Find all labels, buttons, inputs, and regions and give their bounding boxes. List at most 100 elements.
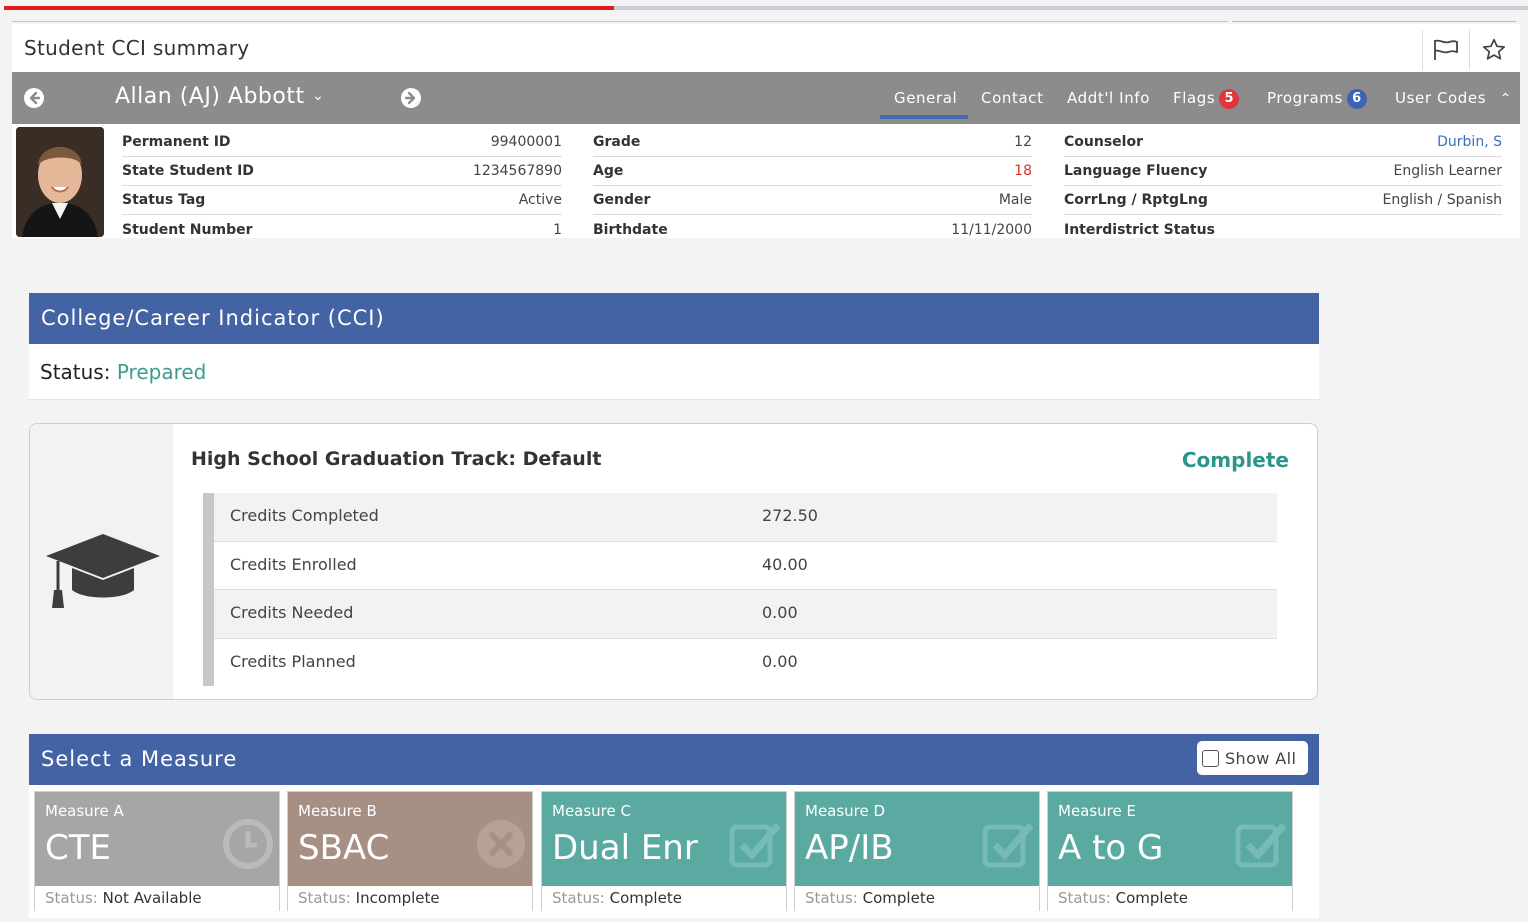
credits-value: 0.00 [762, 651, 798, 671]
cci-status: Status: Prepared [29, 344, 1319, 400]
info-value: 1234567890 [472, 163, 562, 179]
measure-status-value: Incomplete [355, 889, 440, 907]
progress-track [614, 6, 1528, 10]
graduation-track-title: High School Graduation Track: Default [191, 448, 602, 470]
table-row: Credits Needed 0.00 [214, 590, 1277, 639]
divider [12, 21, 1228, 22]
measure-card-a-to-g[interactable]: Measure E A to G Status: Complete [1047, 791, 1293, 911]
info-value: Male [998, 192, 1032, 208]
info-label: State Student ID [122, 163, 254, 179]
tab-general[interactable]: General [894, 89, 957, 107]
checkbox-icon[interactable] [1202, 749, 1219, 767]
tab-programs[interactable]: Programs 6 [1267, 89, 1367, 109]
measure-name: AP/IB [805, 828, 894, 868]
tab-contact[interactable]: Contact [981, 89, 1044, 107]
info-label: Age [593, 163, 624, 179]
measure-card-header: Measure C Dual Enr [542, 792, 786, 886]
info-value: 99400001 [490, 134, 562, 150]
measure-card-header: Measure B SBAC [288, 792, 532, 886]
credits-label: Credits Planned [230, 651, 356, 671]
measure-card-dual-enr[interactable]: Measure C Dual Enr Status: Complete [541, 791, 787, 911]
status-label: Status: [40, 360, 111, 384]
info-column-ids: Permanent ID 99400001 State Student ID 123… [122, 128, 562, 244]
student-header-bar: Allan (AJ) Abbott ⌄ General Contact Addt… [12, 72, 1520, 124]
divider [1232, 21, 1516, 22]
info-value: English Learner [1393, 163, 1503, 179]
measure-name: CTE [45, 828, 111, 868]
counselor-link[interactable]: Durbin, S [1437, 134, 1502, 150]
previous-student-icon[interactable] [23, 87, 45, 109]
measure-card-header: Measure E A to G [1048, 792, 1292, 886]
info-column-counseling: Counselor Durbin, S Language Fluency Engli… [1064, 128, 1502, 244]
tab-flags[interactable]: Flags 5 [1173, 89, 1240, 109]
graduation-cap-icon [46, 534, 160, 608]
tab-label: Contact [981, 89, 1044, 107]
x-circle-icon [477, 820, 525, 868]
info-row: Gender Male [593, 186, 1032, 215]
cci-status-value: Prepared [116, 360, 207, 384]
checkbox-icon [1235, 822, 1287, 868]
info-label: Permanent ID [122, 134, 231, 150]
measure-card-header: Measure D AP/IB [795, 792, 1039, 886]
measure-status: Status: Complete [1048, 887, 1292, 911]
star-icon[interactable] [1470, 30, 1518, 70]
student-name-dropdown[interactable]: Allan (AJ) Abbott ⌄ [115, 84, 324, 109]
credits-value: 272.50 [762, 506, 818, 525]
table-row: Credits Completed 272.50 [214, 493, 1277, 542]
measure-cards: Measure A CTE Status: Not Available Meas… [29, 785, 1319, 918]
measure-name: A to G [1058, 828, 1164, 868]
cci-panel-heading: College/Career Indicator (CCI) [29, 293, 1319, 344]
tab-addtl-info[interactable]: Addt'l Info [1067, 89, 1150, 107]
tab-label: Programs [1267, 89, 1343, 107]
measure-name: Dual Enr [552, 828, 698, 868]
tab-label: User Codes [1395, 89, 1487, 107]
info-row: Permanent ID 99400001 [122, 128, 562, 157]
measure-card-header: Measure A CTE [35, 792, 279, 886]
checkbox-icon [729, 822, 781, 868]
measure-card-sbac[interactable]: Measure B SBAC Status: Incomplete [287, 791, 533, 911]
progress-fill [4, 6, 614, 10]
table-row: Credits Enrolled 40.00 [214, 542, 1277, 590]
info-row: Birthdate 11/11/2000 [593, 215, 1032, 244]
page-title: Student CCI summary [24, 36, 250, 60]
measure-label: Measure E [1058, 802, 1136, 820]
chevron-down-icon: ⌄ [312, 88, 325, 104]
flag-icon[interactable] [1422, 30, 1470, 70]
measure-status: Status: Incomplete [288, 887, 532, 911]
programs-count-badge: 6 [1346, 89, 1367, 109]
show-all-checkbox[interactable]: Show All [1197, 741, 1308, 775]
status-prefix: Status: [1058, 889, 1111, 907]
active-tab-indicator [880, 115, 968, 119]
measure-status-value: Not Available [102, 889, 202, 907]
status-prefix: Status: [805, 889, 858, 907]
student-photo [16, 127, 104, 237]
info-label: Interdistrict Status [1064, 221, 1215, 238]
graduation-track-card: High School Graduation Track: Default Co… [29, 423, 1318, 700]
next-student-icon[interactable] [400, 87, 422, 109]
measure-label: Measure D [805, 802, 886, 820]
student-name: Allan (AJ) Abbott [115, 84, 305, 109]
graduation-icon-column [30, 424, 173, 699]
credits-label: Credits Needed [230, 603, 354, 622]
info-value: 12 [1014, 134, 1032, 150]
info-label: Grade [593, 134, 641, 150]
credits-label: Credits Enrolled [230, 554, 357, 574]
clock-icon [223, 819, 273, 869]
info-value: 1 [553, 221, 562, 238]
info-label: Status Tag [122, 192, 206, 208]
info-row: CorrLng / RptgLng English / Spanish [1064, 186, 1502, 215]
page-header: Student CCI summary [12, 24, 1520, 72]
info-value: Active [518, 192, 562, 208]
tab-label: Flags [1173, 89, 1216, 107]
chevron-up-icon[interactable]: ⌃ [1500, 91, 1512, 107]
credits-table-accent [203, 493, 214, 686]
flags-count-badge: 5 [1219, 89, 1240, 109]
tab-user-codes[interactable]: User Codes ⌃ [1395, 89, 1512, 107]
checkbox-icon [982, 822, 1034, 868]
measure-card-ap-ib[interactable]: Measure D AP/IB Status: Complete [794, 791, 1040, 911]
measure-card-cte[interactable]: Measure A CTE Status: Not Available [34, 791, 280, 911]
graduation-status: Complete [1181, 448, 1289, 472]
age-value: 18 [1014, 163, 1032, 179]
table-row: Credits Planned 0.00 [214, 639, 1277, 688]
credits-value: 40.00 [762, 554, 808, 574]
